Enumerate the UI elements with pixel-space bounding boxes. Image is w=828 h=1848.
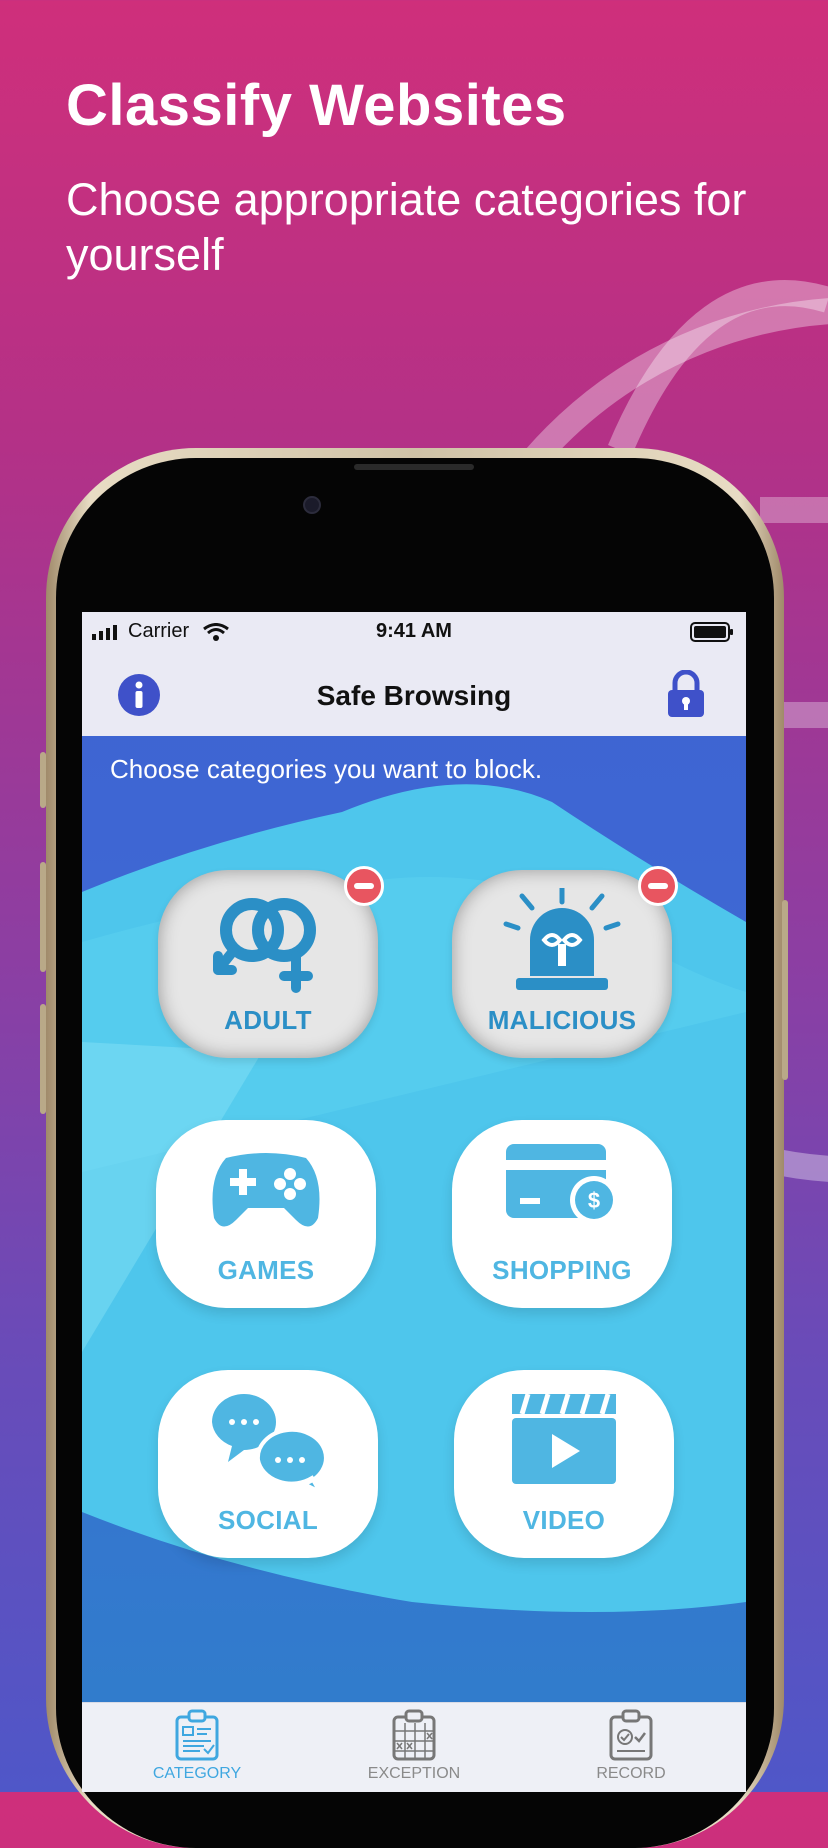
- tab-category[interactable]: CATEGORY: [117, 1709, 277, 1783]
- clipboard-list-icon: [175, 1709, 219, 1761]
- svg-text:$: $: [588, 1188, 600, 1213]
- page-title: Classify Websites: [66, 73, 567, 138]
- tab-label: RECORD: [596, 1765, 666, 1782]
- category-label: SHOPPING: [492, 1255, 632, 1285]
- tab-bar: CATEGORY EXCEPTION RECORD: [82, 1702, 746, 1792]
- blocked-minus-icon[interactable]: [638, 866, 678, 906]
- navigation-bar: Safe Browsing: [82, 654, 746, 736]
- category-label: VIDEO: [522, 1505, 606, 1535]
- credit-card-icon: $: [506, 1144, 618, 1224]
- clapperboard-icon: [512, 1393, 616, 1484]
- category-shopping[interactable]: $ SHOPPING: [452, 1120, 672, 1308]
- page-subtitle: Choose appropriate categories for yourse…: [66, 174, 747, 280]
- phone-power-button: [782, 900, 788, 1080]
- tab-exception[interactable]: EXCEPTION: [334, 1709, 494, 1783]
- clipboard-check-icon: [609, 1709, 653, 1761]
- category-adult[interactable]: ADULT: [158, 866, 384, 1058]
- blocked-minus-icon[interactable]: [344, 866, 384, 906]
- status-time: 9:41 AM: [376, 620, 452, 642]
- category-label: GAMES: [217, 1255, 315, 1285]
- alarm-icon: [503, 888, 621, 990]
- phone-camera: [303, 496, 321, 514]
- tab-label: EXCEPTION: [367, 1765, 461, 1782]
- category-label: ADULT: [224, 1005, 312, 1035]
- category-video[interactable]: VIDEO: [454, 1370, 674, 1558]
- category-label: MALICIOUS: [487, 1005, 637, 1035]
- chat-bubbles-icon: [212, 1394, 328, 1497]
- app-screen: Carrier 9:41 AM Safe Browsing Choose cat…: [82, 612, 746, 1792]
- tab-label: CATEGORY: [152, 1765, 242, 1782]
- category-malicious[interactable]: MALICIOUS: [452, 866, 678, 1058]
- category-games[interactable]: GAMES: [156, 1120, 376, 1308]
- status-bar: Carrier 9:41 AM: [82, 612, 746, 654]
- category-social[interactable]: SOCIAL: [158, 1370, 378, 1558]
- gender-icon: [213, 898, 316, 993]
- phone-volume-down: [40, 1004, 46, 1114]
- instruction-text: Choose categories you want to block.: [110, 754, 543, 784]
- phone-volume-up: [40, 862, 46, 972]
- phone-speaker: [354, 464, 474, 470]
- gamepad-icon: [212, 1153, 320, 1227]
- battery-icon: [690, 622, 733, 642]
- clipboard-grid-icon: [392, 1709, 436, 1761]
- phone-side-button: [40, 752, 46, 808]
- tab-record[interactable]: RECORD: [551, 1709, 711, 1783]
- lock-icon[interactable]: [666, 670, 706, 718]
- category-label: SOCIAL: [217, 1505, 319, 1535]
- nav-title: Safe Browsing: [316, 680, 512, 711]
